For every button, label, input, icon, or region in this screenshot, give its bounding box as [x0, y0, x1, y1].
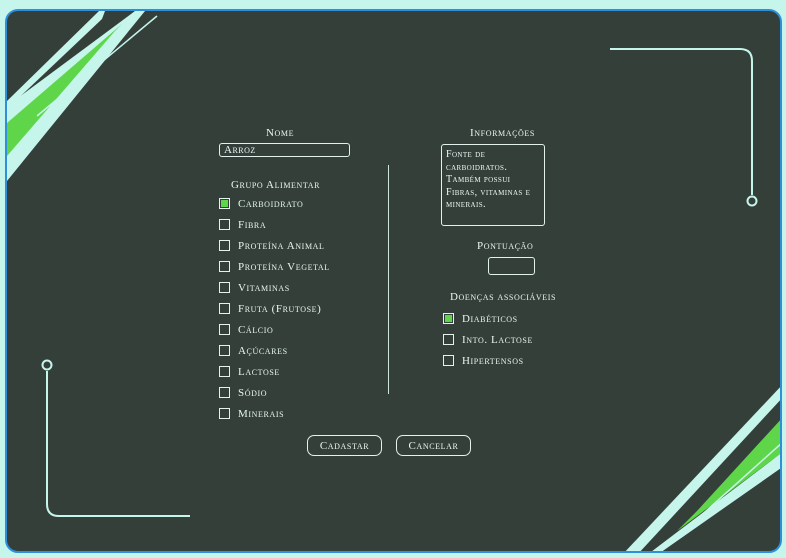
disease-checkbox-item[interactable]: Diabéticos	[443, 308, 533, 329]
score-input[interactable]	[488, 257, 535, 275]
checkbox[interactable]	[219, 324, 230, 335]
food-group-checkbox-item[interactable]: Proteína Animal	[219, 235, 330, 256]
checkbox-check-mark	[221, 200, 228, 207]
food-group-checkbox-item[interactable]: Lactose	[219, 361, 330, 382]
checkbox-label: Fruta (Frutose)	[238, 302, 322, 315]
diseases-list: Diabéticos Into. Lactose Hipertensos	[443, 308, 533, 371]
cancel-button[interactable]: Cancelar	[396, 435, 471, 456]
checkbox-label: Sódio	[238, 386, 268, 399]
app-window: Nome Grupo Alimentar Carboidrato Fibra Pro…	[5, 9, 782, 553]
checkbox-label: Hipertensos	[462, 354, 524, 367]
name-input[interactable]	[219, 143, 350, 157]
food-group-checkbox-item[interactable]: Cálcio	[219, 319, 330, 340]
checkbox[interactable]	[219, 261, 230, 272]
checkbox-label: Cálcio	[238, 323, 274, 336]
food-group-checkbox-item[interactable]: Fibra	[219, 214, 330, 235]
corner-decoration	[7, 11, 780, 551]
score-label: Pontuação	[477, 240, 534, 252]
submit-button[interactable]: Cadastar	[307, 435, 382, 456]
checkbox-label: Diabéticos	[462, 312, 518, 325]
food-group-checkbox-item[interactable]: Fruta (Frutose)	[219, 298, 330, 319]
checkbox[interactable]	[219, 198, 230, 209]
name-label: Nome	[266, 127, 295, 139]
checkbox[interactable]	[219, 282, 230, 293]
column-divider	[388, 165, 389, 394]
checkbox-label: Açúcares	[238, 344, 288, 357]
food-group-label: Grupo Alimentar	[231, 179, 321, 191]
checkbox-label: Proteína Vegetal	[238, 260, 330, 273]
checkbox[interactable]	[219, 408, 230, 419]
checkbox[interactable]	[219, 387, 230, 398]
checkbox-label: Lactose	[238, 365, 280, 378]
food-group-checkbox-item[interactable]: Proteína Vegetal	[219, 256, 330, 277]
checkbox[interactable]	[219, 240, 230, 251]
checkbox-label: Fibra	[238, 218, 267, 231]
info-label: Informações	[470, 127, 535, 139]
checkbox[interactable]	[219, 303, 230, 314]
food-group-checkbox-item[interactable]: Carboidrato	[219, 193, 330, 214]
food-group-checkbox-item[interactable]: Vitaminas	[219, 277, 330, 298]
checkbox-label: Into. Lactose	[462, 333, 533, 346]
checkbox-label: Proteína Animal	[238, 239, 325, 252]
checkbox-label: Minerais	[238, 407, 285, 420]
checkbox[interactable]	[443, 313, 454, 324]
checkbox[interactable]	[219, 345, 230, 356]
food-group-list: Carboidrato Fibra Proteína Animal Proteína …	[219, 193, 330, 424]
checkbox-label: Vitaminas	[238, 281, 290, 294]
info-textarea[interactable]: Fonte de carboidratos. Também possui Fib…	[441, 144, 545, 226]
checkbox-label: Carboidrato	[238, 197, 304, 210]
checkbox[interactable]	[219, 219, 230, 230]
disease-checkbox-item[interactable]: Hipertensos	[443, 350, 533, 371]
food-group-checkbox-item[interactable]: Sódio	[219, 382, 330, 403]
checkbox[interactable]	[443, 355, 454, 366]
diseases-label: Doenças associáveis	[450, 291, 557, 303]
checkbox-check-mark	[445, 315, 452, 322]
food-group-checkbox-item[interactable]: Minerais	[219, 403, 330, 424]
food-group-checkbox-item[interactable]: Açúcares	[219, 340, 330, 361]
checkbox[interactable]	[219, 366, 230, 377]
disease-checkbox-item[interactable]: Into. Lactose	[443, 329, 533, 350]
checkbox[interactable]	[443, 334, 454, 345]
